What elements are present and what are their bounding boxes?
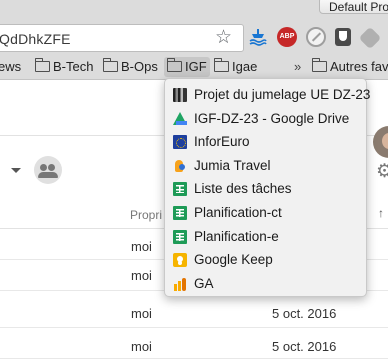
project-icon bbox=[173, 88, 187, 102]
menu-item-ga[interactable]: GA bbox=[165, 272, 366, 296]
gear-icon[interactable]: ⚙ bbox=[376, 160, 388, 183]
menu-item-label: Liste des tâches bbox=[194, 181, 292, 197]
profile-button[interactable]: Default Profile bbox=[319, 0, 388, 14]
chevron-down-icon[interactable] bbox=[11, 168, 21, 173]
bookmarks-overflow-chevron[interactable]: » bbox=[294, 57, 301, 77]
menu-item-inforeuro[interactable]: InforEuro bbox=[165, 130, 366, 154]
menu-item-google-drive[interactable]: IGF-DZ-23 - Google Drive bbox=[165, 107, 366, 131]
bookmark-label: B-Ops bbox=[121, 59, 158, 74]
address-bar[interactable]: QdDhkZFE ☆ bbox=[0, 24, 244, 52]
menu-item-label: Google Keep bbox=[194, 252, 273, 268]
menu-item-label: Projet du jumelage UE DZ-23 bbox=[194, 87, 371, 102]
bookmark-news[interactable]: ews bbox=[0, 57, 21, 77]
row-modified-date: 5 oct. 2016 bbox=[272, 306, 337, 321]
adblock-plus-icon[interactable]: ABP bbox=[277, 27, 297, 47]
sheets-icon bbox=[173, 182, 187, 197]
jumia-icon bbox=[173, 159, 187, 173]
row-owner: moi bbox=[131, 239, 152, 254]
bookmark-label: IGF bbox=[185, 59, 207, 74]
menu-item-planification-e[interactable]: Planification-e bbox=[165, 225, 366, 249]
bookmark-label: Autres favo bbox=[330, 59, 388, 74]
folder-icon bbox=[311, 58, 327, 72]
bookmark-folder-igf[interactable]: IGF bbox=[164, 57, 210, 77]
people-icon[interactable] bbox=[34, 156, 62, 184]
google-drive-icon bbox=[173, 111, 187, 126]
menu-item-label: Jumia Travel bbox=[194, 157, 271, 173]
row-modified-date: 5 oct. 2016 bbox=[272, 339, 337, 354]
menu-item-label: InforEuro bbox=[194, 134, 250, 150]
sheets-icon bbox=[173, 205, 187, 220]
row-owner: moi bbox=[131, 268, 152, 283]
bookmark-folder-other[interactable]: Autres favo bbox=[311, 57, 388, 77]
row-owner: moi bbox=[131, 306, 152, 321]
menu-item-jumia-travel[interactable]: Jumia Travel bbox=[165, 154, 366, 178]
menu-item-liste-taches[interactable]: Liste des tâches bbox=[165, 177, 366, 201]
bookmark-label: B-Tech bbox=[53, 59, 94, 74]
sheets-icon bbox=[173, 229, 187, 244]
window-top-strip: Default Profile bbox=[0, 0, 388, 20]
menu-item-label: IGF-DZ-23 - Google Drive bbox=[194, 110, 350, 126]
sort-arrow-icon[interactable]: ↑ bbox=[378, 206, 384, 220]
bookmarks-bar: ews B-Tech B-Ops IGF Igae » Autres favo bbox=[0, 54, 388, 80]
menu-item-label: Planification-e bbox=[194, 228, 279, 244]
bookmark-label: Igae bbox=[232, 59, 258, 74]
bookmark-folder-igae[interactable]: Igae bbox=[213, 57, 258, 77]
folder-icon bbox=[102, 58, 118, 72]
bookmark-label: ews bbox=[0, 59, 22, 74]
menu-item-projet-jumelage[interactable]: Projet du jumelage UE DZ-23 bbox=[165, 83, 370, 107]
eu-flag-icon bbox=[173, 135, 187, 150]
folder-icon bbox=[213, 58, 229, 72]
bookmark-folder-menu: Projet du jumelage UE DZ-23 IGF-DZ-23 - … bbox=[164, 78, 370, 297]
address-bar-url[interactable]: QdDhkZFE bbox=[0, 31, 71, 47]
shield-extension-icon[interactable] bbox=[335, 28, 351, 46]
menu-item-label: Planification-ct bbox=[194, 204, 282, 220]
menu-item-google-keep[interactable]: Google Keep bbox=[165, 248, 366, 272]
row-owner: moi bbox=[131, 339, 152, 354]
menu-item-planification-ct[interactable]: Planification-ct bbox=[165, 201, 366, 225]
folder-icon bbox=[166, 58, 182, 72]
disabled-extension-icon[interactable] bbox=[306, 27, 326, 47]
owner-column-header[interactable]: Propri bbox=[130, 208, 162, 222]
keep-icon bbox=[173, 253, 187, 268]
menu-item-label: GA bbox=[194, 275, 214, 291]
bookmark-folder-btech[interactable]: B-Tech bbox=[34, 57, 94, 77]
folder-icon bbox=[34, 58, 50, 72]
bookmark-star-icon[interactable]: ☆ bbox=[215, 28, 232, 48]
analytics-icon bbox=[173, 277, 187, 291]
boat-icon[interactable] bbox=[248, 27, 268, 47]
bookmark-folder-bops[interactable]: B-Ops bbox=[102, 57, 158, 77]
browser-toolbar: QdDhkZFE ☆ bbox=[0, 20, 388, 54]
